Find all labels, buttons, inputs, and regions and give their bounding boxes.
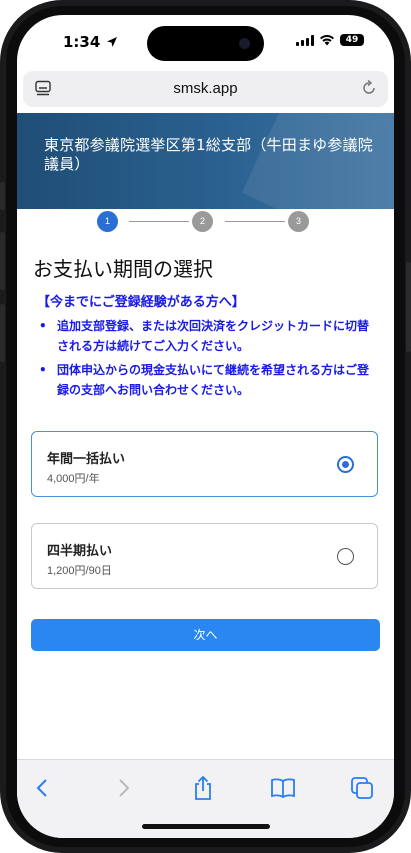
step-connector: [225, 221, 285, 222]
address-bar[interactable]: smsk.app: [23, 71, 388, 107]
status-time: 1:34: [63, 33, 118, 51]
chevron-left-icon: [36, 779, 47, 797]
reload-icon[interactable]: [360, 79, 378, 97]
time-text: 1:34: [63, 33, 101, 51]
tabs-button[interactable]: [348, 774, 376, 802]
tabs-icon: [351, 777, 373, 799]
status-bar: 1:34 49: [17, 15, 394, 69]
section-heading: お支払い期間の選択: [33, 257, 213, 281]
option-annual[interactable]: 年間一括払い 4,000円/年: [31, 431, 378, 497]
notice-list: 追加支部登録、または次回決済をクレジットカードに切替される方は続けてご入力くださ…: [33, 316, 378, 404]
dynamic-island: [147, 26, 264, 61]
step-1: 1: [97, 211, 118, 232]
option-quarterly[interactable]: 四半期払い 1,200円/90日: [31, 523, 378, 589]
step-3: 3: [288, 211, 309, 232]
status-icons: 49: [296, 34, 364, 46]
header-banner: 東京都参議院選挙区第1総支部（牛田まゆ参議院議員）: [17, 113, 394, 209]
option-price: 4,000円/年: [47, 473, 100, 485]
power-button: [406, 262, 411, 352]
battery-icon: 49: [340, 34, 364, 46]
next-button[interactable]: 次へ: [31, 619, 380, 651]
bookmarks-button[interactable]: [269, 774, 297, 802]
option-title: 年間一括払い: [47, 452, 126, 467]
book-icon: [271, 778, 295, 799]
volume-up-button: [0, 232, 5, 290]
step-connector: [129, 221, 189, 222]
cellular-signal-icon: [296, 34, 314, 46]
phone-frame: 1:34 49 smsk.app 東京都参議院選挙区第1総支部（牛田まゆ参議院議…: [0, 0, 411, 853]
back-button[interactable]: [28, 774, 56, 802]
radio-selected[interactable]: [337, 456, 354, 473]
page-title: 東京都参議院選挙区第1総支部（牛田まゆ参議院議員）: [44, 136, 373, 173]
step-2: 2: [192, 211, 213, 232]
volume-down-button: [0, 304, 5, 362]
screen: 1:34 49 smsk.app 東京都参議院選挙区第1総支部（牛田まゆ参議院議…: [17, 15, 394, 838]
forward-button[interactable]: [110, 774, 138, 802]
battery-level: 49: [345, 35, 359, 45]
share-button[interactable]: [189, 774, 217, 802]
chevron-right-icon: [119, 779, 130, 797]
notice-title: 【今までにご登録経験がある方へ】: [37, 295, 245, 310]
option-title: 四半期払い: [47, 544, 113, 559]
notice-item: 団体申込からの現金支払いにて継続を希望される方はご登録の支部へお問い合わせくださ…: [33, 360, 378, 400]
camera-icon: [239, 38, 250, 49]
radio-unselected[interactable]: [337, 548, 354, 565]
url-text[interactable]: smsk.app: [23, 80, 388, 97]
progress-stepper: 1 2 3: [17, 211, 394, 237]
action-button: [0, 182, 5, 210]
share-icon: [195, 775, 211, 800]
notice-item: 追加支部登録、または次回決済をクレジットカードに切替される方は続けてご入力くださ…: [33, 316, 378, 356]
location-arrow-icon: [106, 37, 117, 47]
browser-toolbar: [17, 759, 394, 838]
home-indicator: [142, 824, 270, 829]
wifi-icon: [320, 35, 334, 46]
option-price: 1,200円/90日: [47, 565, 112, 577]
